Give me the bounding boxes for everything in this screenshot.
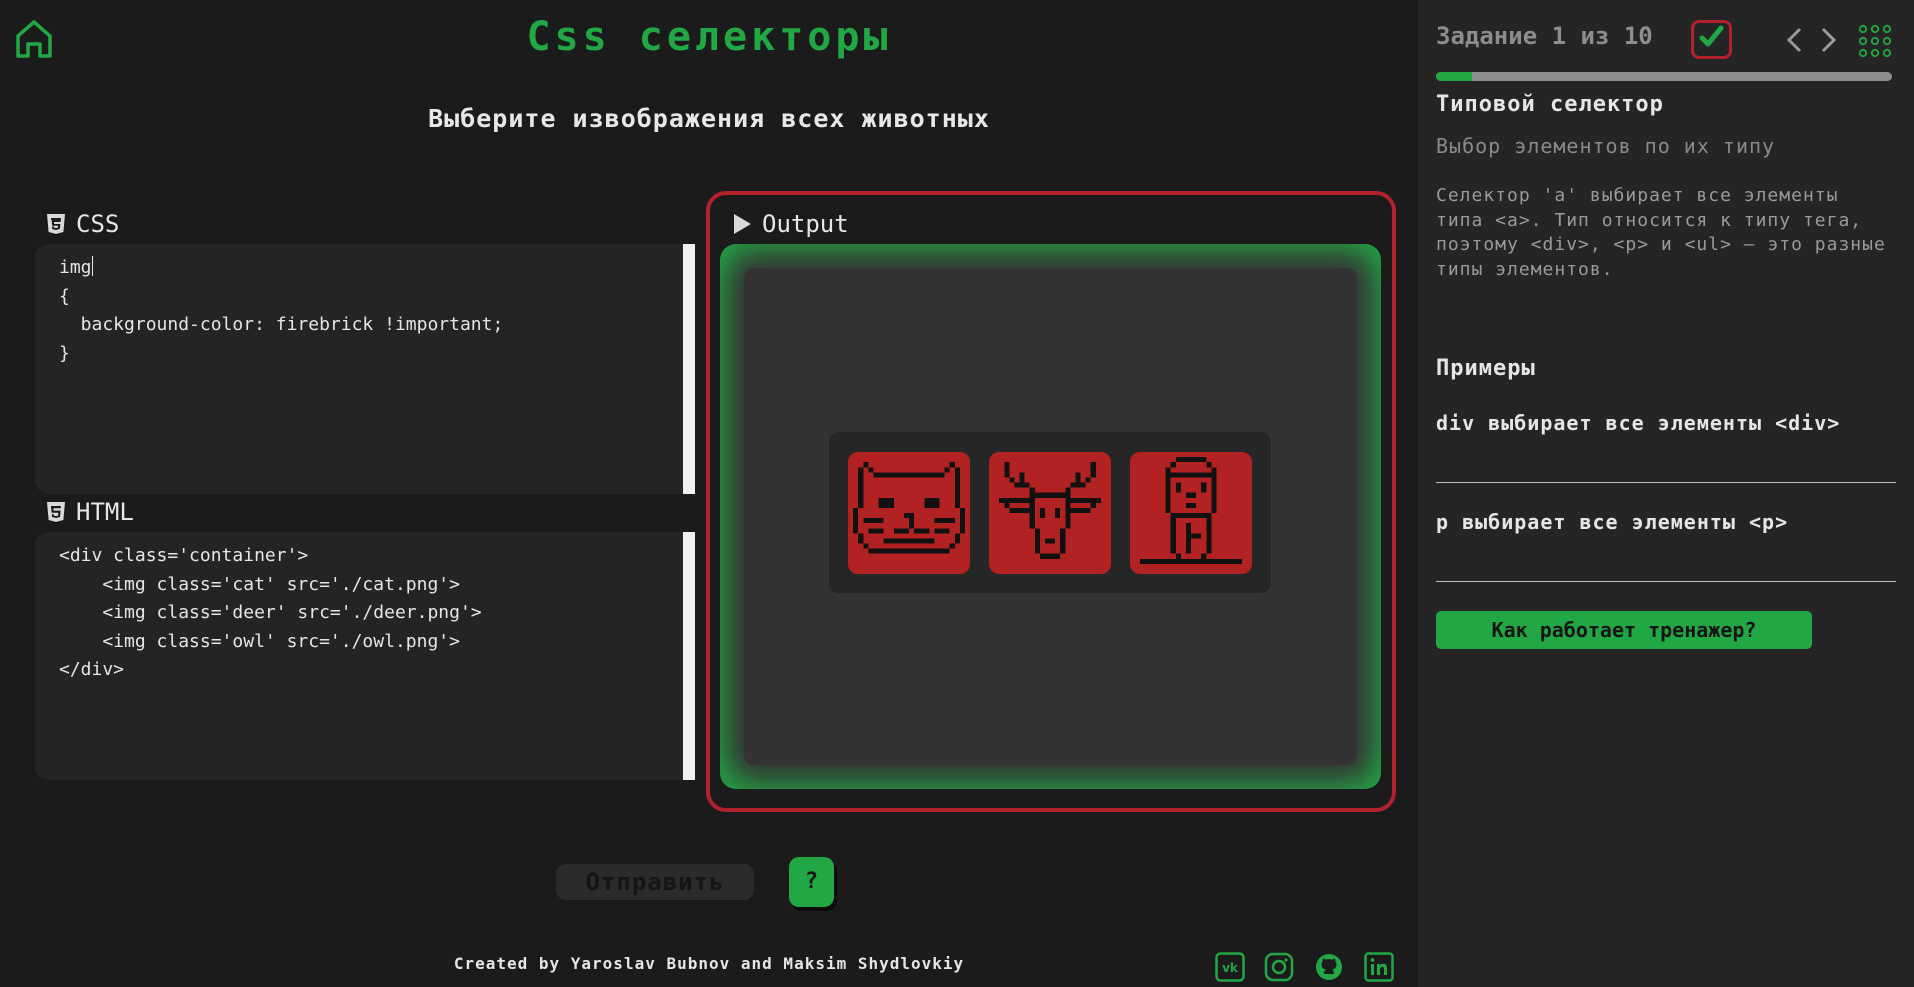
how-it-works-button[interactable]: Как работает тренажер?	[1436, 611, 1812, 649]
css3-icon	[47, 214, 65, 234]
task-progress-fill	[1436, 72, 1473, 81]
html-viewer: <div class='container'> <img class='cat'…	[35, 532, 683, 780]
examples-heading: Примеры	[1436, 356, 1536, 381]
play-icon	[734, 214, 751, 234]
html-panel-label: HTML	[46, 498, 134, 526]
css-editor[interactable]: img { background-color: firebrick !impor…	[35, 244, 683, 494]
html-line: <img class='cat' src='./cat.png'>	[59, 573, 460, 595]
svg-text:vk: vk	[1222, 961, 1239, 975]
level-subtitle: Выбор элементов по их типу	[1436, 134, 1776, 158]
page-title: Css селекторы	[526, 14, 892, 60]
grid-dots-icon	[1858, 24, 1892, 58]
html-viewer-scrollbar[interactable]	[683, 532, 695, 780]
checkmark-icon	[1699, 25, 1724, 47]
main-area: Css селекторы Выберите извображения всех…	[0, 0, 1418, 987]
css-panel-title: CSS	[76, 210, 120, 238]
chevron-right-icon	[1821, 27, 1837, 53]
output-panel-label: Output	[732, 210, 849, 238]
github-link[interactable]	[1314, 952, 1344, 982]
owl-pixel-icon	[1140, 457, 1242, 564]
prev-task-button[interactable]	[1782, 24, 1806, 56]
credits: Created by Yaroslav Bubnov and Maksim Sh…	[453, 954, 965, 973]
html-line: <img class='owl' src='./owl.png'>	[59, 630, 460, 652]
owl-image[interactable]	[1130, 452, 1252, 574]
linkedin-link[interactable]	[1364, 952, 1394, 982]
example-item: div выбирает все элементы <div>	[1436, 411, 1841, 435]
github-icon	[1316, 954, 1342, 980]
html-line: <img class='deer' src='./deer.png'>	[59, 602, 482, 623]
task-completed-indicator	[1691, 20, 1732, 59]
task-instruction: Выберите извображения всех животных	[428, 104, 990, 133]
submit-button[interactable]: Отправить	[556, 864, 754, 900]
task-progress-bar	[1436, 72, 1892, 81]
task-list-button[interactable]	[1858, 24, 1892, 58]
next-task-button[interactable]	[1817, 24, 1841, 56]
task-counter: Задание 1 из 10	[1436, 22, 1653, 50]
example-item: p выбирает все элементы <p>	[1436, 510, 1789, 534]
level-title: Типовой селектор	[1436, 92, 1664, 117]
vk-icon: vk	[1215, 952, 1245, 982]
cat-pixel-icon	[853, 462, 965, 554]
linkedin-icon	[1364, 952, 1394, 982]
example-divider	[1436, 482, 1896, 483]
css-line: {	[59, 285, 70, 307]
html-panel-title: HTML	[76, 498, 134, 526]
css-line: }	[59, 342, 70, 364]
css-line: img	[59, 256, 93, 278]
cat-image[interactable]	[848, 452, 970, 574]
html-line: </div>	[59, 659, 125, 680]
chevron-left-icon	[1786, 27, 1802, 53]
help-button[interactable]: ?	[789, 857, 834, 907]
example-divider	[1436, 581, 1896, 582]
html-line: <div class='container'>	[59, 545, 309, 566]
level-description: Селектор 'a' выбирает все элементы типа …	[1436, 185, 1886, 280]
css-panel-label: CSS	[46, 210, 119, 238]
vk-link[interactable]: vk	[1215, 952, 1245, 982]
output-panel-title: Output	[762, 210, 849, 238]
deer-pixel-icon	[999, 462, 1101, 559]
instagram-link[interactable]	[1264, 952, 1294, 982]
css-editor-scrollbar[interactable]	[683, 244, 695, 494]
deer-image[interactable]	[989, 452, 1111, 574]
css-line: background-color: firebrick !important;	[59, 314, 504, 335]
html5-icon	[47, 502, 65, 522]
text-caret	[91, 256, 93, 276]
instagram-icon	[1264, 952, 1294, 982]
